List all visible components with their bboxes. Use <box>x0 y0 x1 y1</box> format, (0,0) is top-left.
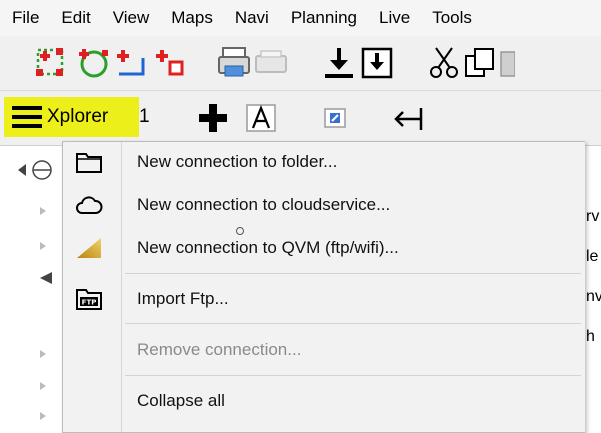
xplorer-tab-number: 1 <box>139 106 150 127</box>
xplorer-menu-button[interactable]: Xplorer <box>4 97 139 137</box>
svg-text:FTP: FTP <box>82 299 97 307</box>
cut-icon[interactable] <box>425 44 463 82</box>
tree-collapsed-icon[interactable] <box>40 350 46 358</box>
menu-planning[interactable]: Planning <box>280 8 368 28</box>
tree-expand-icon[interactable] <box>18 164 26 176</box>
download-icon[interactable] <box>320 44 358 82</box>
explorer-tree <box>8 150 63 423</box>
copy-icon[interactable] <box>462 44 500 82</box>
add-line-icon[interactable] <box>113 44 151 82</box>
menu-item-label: New connection to folder... <box>137 152 338 171</box>
menu-navi[interactable]: Navi <box>224 8 280 28</box>
tree-expanders <box>18 160 52 420</box>
menu-separator <box>125 375 581 376</box>
menu-item-collapse-all[interactable]: Collapse all <box>63 384 585 418</box>
menu-file[interactable]: File <box>0 8 50 28</box>
print-map-icon[interactable] <box>215 44 253 82</box>
menu-item-new-folder-connection[interactable]: New connection to folder... <box>63 145 585 179</box>
text-fragment: rv <box>586 208 600 225</box>
menu-edit[interactable]: Edit <box>50 8 101 28</box>
qvm-icon <box>75 236 103 260</box>
print-disabled-icon[interactable] <box>252 44 290 82</box>
tree-expanded-icon[interactable] <box>40 272 52 284</box>
xplorer-context-menu: New connection to folder... New connecti… <box>62 141 585 433</box>
hamburger-icon <box>12 106 44 128</box>
tree-collapsed-icon[interactable] <box>40 412 46 420</box>
menu-item-label: New connection to QVM (ftp/wifi)... <box>137 238 399 257</box>
ftp-icon: FTP <box>75 287 103 311</box>
tree-collapsed-icon[interactable] <box>40 382 46 390</box>
cloud-icon <box>75 193 103 217</box>
menu-view[interactable]: View <box>102 8 161 28</box>
tree-collapsed-icon[interactable] <box>40 242 46 250</box>
back-arrow-icon[interactable] <box>390 101 424 135</box>
menu-bar: File Edit View Maps Navi Planning Live T… <box>0 0 601 36</box>
add-waypoint-icon[interactable] <box>152 44 190 82</box>
explorer-toolbar: Xplorer 1 <box>0 91 601 146</box>
menu-separator <box>125 323 581 324</box>
menu-item-new-cloud-connection[interactable]: New connection to cloudservice... <box>63 188 585 222</box>
menu-separator <box>125 273 581 274</box>
tree-collapsed-icon[interactable] <box>40 207 46 215</box>
menu-item-new-qvm-connection[interactable]: New connection to QVM (ftp/wifi)... <box>63 231 585 265</box>
menu-item-import-ftp[interactable]: FTP Import Ftp... <box>63 282 585 316</box>
menu-item-label: Collapse all <box>137 391 225 410</box>
menu-item-label: Import Ftp... <box>137 289 229 308</box>
menu-item-label: New connection to cloudservice... <box>137 195 391 214</box>
xplorer-label: Xplorer <box>47 106 109 127</box>
add-route-point-icon[interactable] <box>32 44 70 82</box>
text-format-icon[interactable] <box>244 101 278 135</box>
menu-item-label: Remove connection... <box>137 340 302 359</box>
content-panel: rv le nv h <box>585 150 601 423</box>
folder-icon <box>75 150 103 174</box>
menu-item-remove-connection[interactable]: Remove connection... <box>63 333 585 367</box>
text-fragment: le <box>586 248 599 265</box>
text-fragment: h <box>586 328 595 345</box>
circular-route-icon[interactable] <box>74 44 112 82</box>
menu-tools[interactable]: Tools <box>421 8 483 28</box>
text-fragment: nv <box>586 288 601 305</box>
add-icon[interactable] <box>196 101 230 135</box>
main-toolbar <box>0 36 601 91</box>
paste-icon[interactable] <box>499 44 515 82</box>
import-map-icon[interactable] <box>358 44 396 82</box>
menu-maps[interactable]: Maps <box>160 8 224 28</box>
menu-live[interactable]: Live <box>368 8 421 28</box>
mouse-cursor <box>236 227 244 235</box>
shortcut-icon[interactable] <box>318 101 352 135</box>
